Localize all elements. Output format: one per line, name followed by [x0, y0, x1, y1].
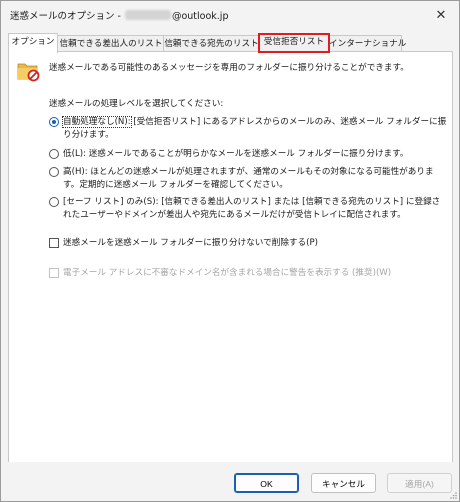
tab-label: オプション: [11, 37, 55, 47]
level-label: 迷惑メールの処理レベルを選択してください:: [49, 99, 224, 109]
radio-label: 自動処理なし(N): [受信拒否リスト] にあるアドレスからのメールのみ、迷惑メ…: [62, 116, 447, 142]
tab-blocked-senders[interactable]: 受信拒否リスト: [258, 33, 330, 53]
radio-button[interactable]: [49, 167, 59, 177]
radio-label: 低(L): 迷惑メールであることが明らかなメールを迷惑メール フォルダーに振り分…: [63, 149, 409, 159]
radio-option-low[interactable]: 低(L): 迷惑メールであることが明らかなメールを迷惑メール フォルダーに振り分…: [49, 148, 447, 161]
radio-button[interactable]: [49, 197, 59, 207]
tab-label: 信頼できる宛先のリスト: [164, 39, 259, 49]
warn-domain-checkbox: [49, 268, 59, 278]
tab-label: 受信拒否リスト: [263, 37, 325, 47]
tab-safe-recipients[interactable]: 信頼できる宛先のリスト: [163, 35, 260, 52]
options-panel: 迷惑メールである可能性のあるメッセージを専用のフォルダーに振り分けることができま…: [8, 51, 453, 463]
title-bar: 迷惑メールのオプション - @outlook.jp ✕: [1, 1, 459, 29]
radio-button[interactable]: [49, 149, 59, 159]
intro-text: 迷惑メールである可能性のあるメッセージを専用のフォルダーに振り分けることができま…: [49, 63, 409, 73]
radio-button[interactable]: [49, 117, 59, 127]
radio-label: [セーフ リスト] のみ(S): [信頼できる差出人のリスト] または [信頼で…: [63, 197, 441, 220]
delete-junk-label: 迷惑メールを迷惑メール フォルダーに振り分けないで削除する(P): [63, 238, 318, 248]
ok-button[interactable]: OK: [234, 473, 299, 493]
radio-option-no-automatic[interactable]: 自動処理なし(N): [受信拒否リスト] にあるアドレスからのメールのみ、迷惑メ…: [49, 116, 447, 142]
focus-label: 自動処理なし(N):: [62, 116, 132, 128]
junk-mail-options-dialog: 迷惑メールのオプション - @outlook.jp ✕ オプション 信頼できる差…: [0, 0, 460, 502]
window-title-suffix: @outlook.jp: [171, 11, 229, 22]
tab-options[interactable]: オプション: [8, 33, 58, 53]
tab-safe-senders[interactable]: 信頼できる差出人のリスト: [56, 35, 166, 52]
radio-option-high[interactable]: 高(H): ほとんどの迷惑メールが処理されますが、通常のメールもその対象になる可…: [49, 166, 447, 192]
apply-button: 適用(A): [387, 473, 452, 493]
dialog-footer: OK キャンセル 適用(A): [1, 462, 459, 501]
junk-mail-folder-icon: [17, 63, 40, 82]
close-icon: ✕: [435, 7, 447, 23]
warn-domain-checkbox-row: 電子メール アドレスに不審なドメイン名が含まれる場合に警告を表示する (推奨)(…: [49, 267, 391, 280]
redacted-address: [124, 10, 171, 20]
tab-strip: オプション 信頼できる差出人のリスト 信頼できる宛先のリスト 受信拒否リスト イ…: [8, 33, 452, 53]
tab-international[interactable]: インターナショナル: [328, 35, 406, 52]
warn-domain-label: 電子メール アドレスに不審なドメイン名が含まれる場合に警告を表示する (推奨)(…: [63, 268, 392, 278]
close-button[interactable]: ✕: [429, 5, 453, 25]
radio-label: 高(H): ほとんどの迷惑メールが処理されますが、通常のメールもその対象になる可…: [63, 167, 434, 190]
resize-grip-icon[interactable]: [449, 491, 457, 499]
radio-option-safe-lists-only[interactable]: [セーフ リスト] のみ(S): [信頼できる差出人のリスト] または [信頼で…: [49, 196, 447, 222]
tab-label: 信頼できる差出人のリスト: [59, 39, 163, 49]
window-title-prefix: 迷惑メールのオプション -: [10, 11, 124, 22]
tab-label: インターナショナル: [329, 39, 407, 49]
cancel-button[interactable]: キャンセル: [311, 473, 376, 493]
delete-junk-checkbox[interactable]: [49, 238, 59, 248]
delete-junk-checkbox-row[interactable]: 迷惑メールを迷惑メール フォルダーに振り分けないで削除する(P): [49, 237, 318, 250]
window-title: 迷惑メールのオプション - @outlook.jp: [10, 8, 228, 22]
